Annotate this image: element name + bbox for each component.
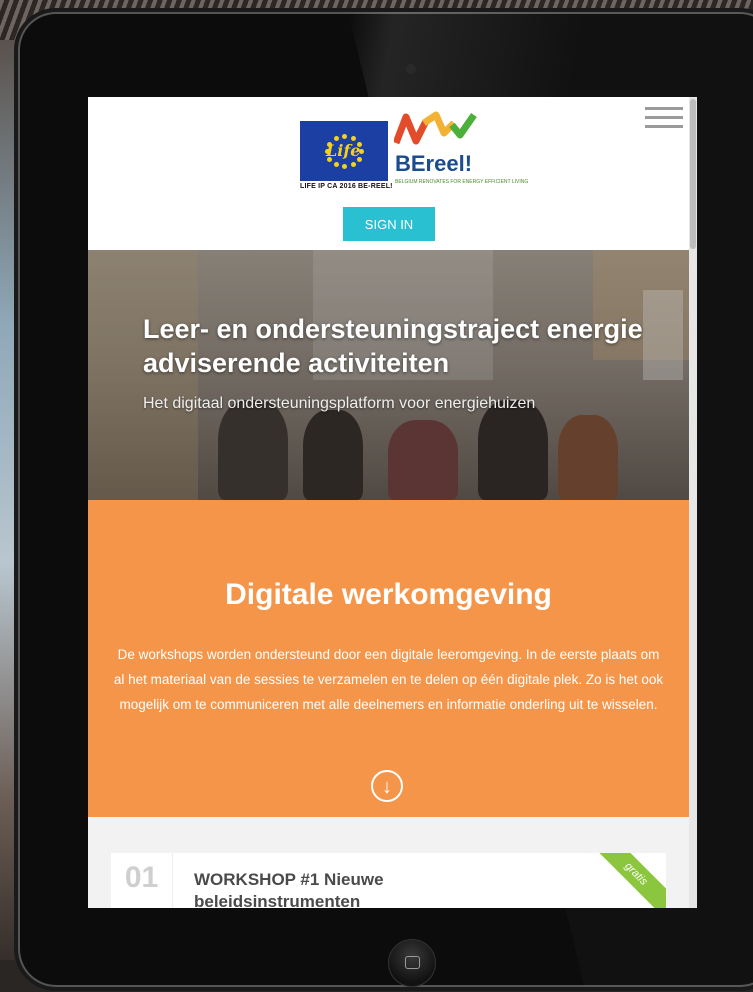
workshop-card[interactable]: 01 WORKSHOP #1 Nieuwe beleidsinstrumente… [111,853,666,908]
eu-star-icon [350,161,356,167]
eu-life-logo: Life [300,121,388,181]
arrow-down-circle-icon[interactable]: ↓ [371,770,403,802]
brand-name: BEreel! [395,151,473,176]
workshop-title: WORKSHOP #1 Nieuwe beleidsinstrumenten [194,870,384,908]
workshop-list: 01 WORKSHOP #1 Nieuwe beleidsinstrumente… [88,817,689,908]
free-badge: gratis [585,853,666,908]
sign-in-button[interactable]: SIGN IN [343,207,435,241]
hero-title: Leer- en ondersteuningstraject energie a… [143,314,643,378]
brand-tagline: BELGIUM RENOVATES FOR ENERGY EFFICIENT L… [395,179,529,185]
camera-icon [406,64,416,74]
eu-logo-caption: LIFE IP CA 2016 BE-REEL! [300,183,393,190]
life-logo-word: Life [326,141,361,160]
scrollbar[interactable] [689,97,697,908]
workshop-number: 01 [111,853,173,908]
site-header: Life LIFE IP CA 2016 BE-REEL! BEreel! BE… [88,97,689,250]
home-button[interactable] [388,939,436,987]
section-body: De workshops worden ondersteund door een… [113,647,664,712]
hero-banner: Leer- en ondersteuningstraject energie a… [88,250,689,500]
section-title: Digitale werkomgeving [225,578,552,611]
scrollbar-thumb[interactable] [690,99,696,249]
eu-star-icon [342,164,347,169]
hamburger-menu-icon[interactable] [645,107,683,129]
digital-workspace-section: Digitale werkomgeving De workshops worde… [88,500,689,817]
home-square-icon [405,956,420,969]
hero-subtitle: Het digitaal ondersteuningsplatform voor… [143,395,536,412]
eu-star-icon [333,161,339,167]
bereel-logo-mark [394,111,477,145]
eu-star-icon [342,134,347,139]
tablet-screen: Life LIFE IP CA 2016 BE-REEL! BEreel! BE… [88,97,697,908]
